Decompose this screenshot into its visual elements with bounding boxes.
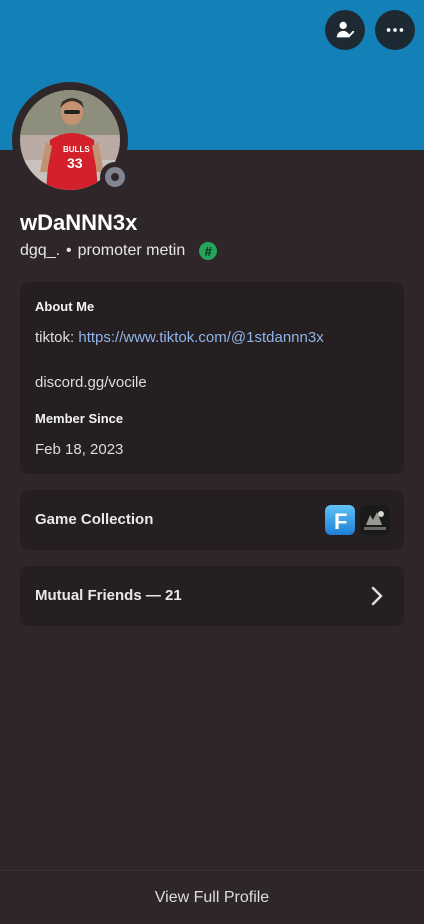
member-since-date: Feb 18, 2023	[35, 441, 124, 458]
game-collection-label: Game Collection	[35, 511, 154, 528]
username: dgq_.	[20, 242, 61, 259]
dark-game-icon[interactable]	[360, 505, 390, 535]
member-since-heading: Member Since	[35, 411, 124, 426]
tiktok-link[interactable]: https://www.tiktok.com/@1stdannn3x	[78, 329, 323, 346]
svg-text:BULLS: BULLS	[63, 145, 90, 154]
add-friend-icon	[336, 21, 355, 38]
separator-dot: •	[66, 242, 72, 259]
svg-text:33: 33	[67, 155, 83, 171]
offline-status-icon	[105, 167, 125, 187]
avatar-container[interactable]: BULLS 33	[12, 82, 130, 198]
fortnite-letter: F	[334, 509, 347, 534]
more-options-icon	[386, 28, 404, 32]
add-friend-button[interactable]	[325, 10, 365, 50]
view-full-profile-button[interactable]: View Full Profile	[0, 870, 424, 924]
game-collection-card[interactable]: Game Collection F	[20, 490, 404, 550]
user-subline: dgq_. • promoter metin #	[20, 242, 218, 260]
discord-invite-text: discord.gg/vocile	[35, 374, 147, 391]
display-name: wDaNNN3x	[20, 210, 138, 235]
tiktok-prefix: tiktok:	[35, 329, 75, 346]
about-me-heading: About Me	[35, 299, 95, 314]
chevron-right-icon	[371, 586, 383, 606]
custom-status: promoter metin	[77, 242, 186, 259]
about-tiktok-line: tiktok: https://www.tiktok.com/@1stdannn…	[35, 329, 324, 346]
about-me-card: About Me tiktok: https://www.tiktok.com/…	[20, 282, 404, 474]
hashtag-badge-icon[interactable]: #	[199, 242, 218, 260]
mutual-friends-row[interactable]: Mutual Friends — 21	[20, 566, 404, 626]
status-indicator	[100, 162, 130, 192]
mutual-friends-label: Mutual Friends — 21	[35, 587, 182, 604]
fortnite-game-icon[interactable]: F	[325, 505, 355, 535]
more-options-button[interactable]	[375, 10, 415, 50]
